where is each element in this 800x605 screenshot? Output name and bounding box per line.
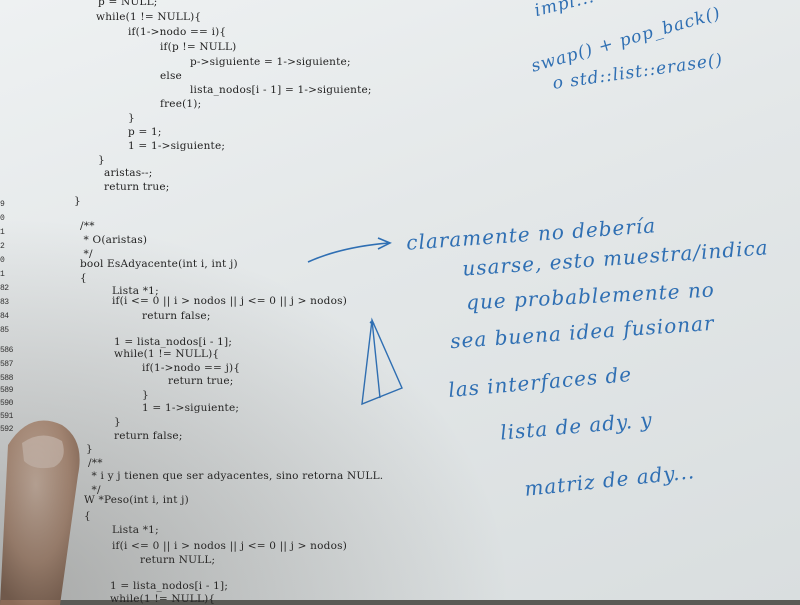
thumb-image bbox=[0, 420, 80, 605]
ink-sketches bbox=[307, 237, 403, 406]
arrow-icon bbox=[307, 242, 389, 263]
triangle-sketch-icon bbox=[361, 317, 403, 406]
